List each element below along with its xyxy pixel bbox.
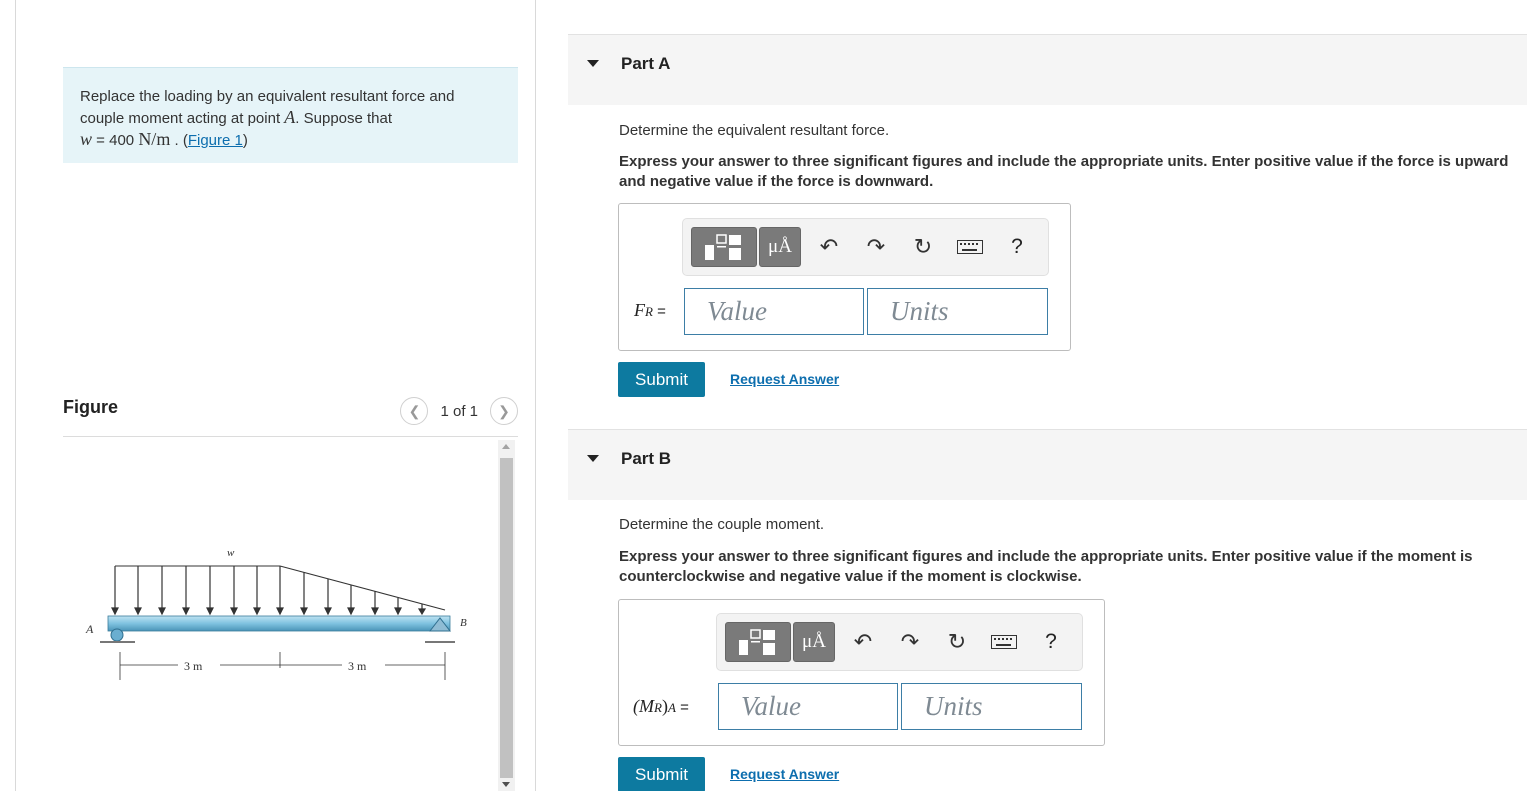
problem-text: Replace the loading by an equivalent res… (80, 88, 455, 127)
reset-button[interactable]: ↻ (902, 227, 944, 267)
redo-button[interactable]: ↷ (889, 622, 931, 662)
pager-count: 1 of 1 (440, 402, 478, 420)
label-sub: R (654, 700, 662, 715)
part-b-toolbar: μÅ ↶ ↷ ↻ ? (716, 613, 1083, 671)
keyboard-button[interactable] (949, 227, 991, 267)
part-b-units-input[interactable]: Units (901, 683, 1082, 730)
beam (107, 615, 451, 632)
label-open: (M (633, 696, 654, 716)
part-b-value-input[interactable]: Value (718, 683, 898, 730)
caret-down-icon (587, 60, 599, 67)
figure-header: Figure ❮ 1 of 1 ❯ (63, 394, 518, 437)
dimension-label-1: 3 m (184, 659, 203, 673)
w-symbol: w (80, 129, 93, 149)
scroll-down-icon[interactable] (502, 782, 510, 787)
part-a-title: Part A (621, 54, 671, 73)
symbols-icon: μÅ (768, 236, 792, 257)
part-b-request-answer-link[interactable]: Request Answer (730, 766, 839, 782)
reset-icon: ↻ (913, 234, 933, 259)
part-b-title: Part B (621, 449, 672, 468)
point-a-label: A (85, 622, 94, 636)
label-main: F (634, 300, 645, 320)
figure-pager: ❮ 1 of 1 ❯ (400, 397, 518, 425)
scroll-up-icon[interactable] (502, 444, 510, 449)
part-a-toolbar: μÅ ↶ ↷ ↻ ? (682, 218, 1049, 276)
redo-icon: ↷ (900, 629, 920, 654)
load-label: w (227, 547, 235, 559)
chevron-left-icon: ❮ (408, 402, 421, 419)
w-value: = 400 (92, 132, 139, 149)
dimension-label-2: 3 m (348, 659, 367, 673)
keyboard-icon (991, 635, 1017, 649)
symbols-button[interactable]: μÅ (759, 227, 801, 267)
part-a-value-input[interactable]: Value (684, 288, 864, 335)
load-arrows (111, 566, 427, 616)
problem-statement: Replace the loading by an equivalent res… (63, 67, 518, 163)
symbols-icon: μÅ (802, 631, 826, 652)
redo-button[interactable]: ↷ (855, 227, 897, 267)
w-unit: N/m (138, 129, 171, 149)
undo-icon: ↶ (853, 629, 873, 654)
part-b-instructions: Express your answer to three significant… (619, 548, 1473, 585)
label-eq: = (652, 303, 666, 320)
part-a-prompt: Determine the equivalent resultant force… (619, 122, 890, 139)
undo-icon: ↶ (819, 234, 839, 259)
part-a-header[interactable]: Part A (568, 34, 1527, 105)
help-icon: ? (1045, 630, 1057, 653)
keyboard-button[interactable] (983, 622, 1025, 662)
help-button[interactable]: ? (996, 227, 1038, 267)
part-a-label: FR = (634, 300, 666, 321)
part-a-units-input[interactable]: Units (867, 288, 1048, 335)
figure-scrollbar[interactable] (498, 440, 515, 791)
part-b-submit-button[interactable]: Submit (618, 757, 705, 791)
point-b-label: B (460, 617, 467, 629)
point-a-symbol: A (284, 107, 296, 127)
figure-link[interactable]: Figure 1 (188, 132, 243, 149)
part-a-answer-box: μÅ ↶ ↷ ↻ ? FR = Value Units (618, 203, 1071, 351)
help-button[interactable]: ? (1030, 622, 1072, 662)
part-a-submit-button[interactable]: Submit (618, 362, 705, 397)
part-b-answer-box: μÅ ↶ ↷ ↻ ? (MR)A = Value Units (618, 599, 1105, 746)
part-b-label: (MR)A = (633, 696, 689, 717)
reset-icon: ↻ (947, 629, 967, 654)
chevron-right-icon: ❯ (498, 402, 510, 419)
caret-down-icon (587, 455, 599, 462)
separator: . (170, 132, 183, 149)
templates-icon (739, 629, 775, 655)
pin-support-a (110, 628, 124, 642)
help-icon: ? (1011, 235, 1023, 258)
scroll-thumb[interactable] (500, 458, 513, 778)
keyboard-icon (957, 240, 983, 254)
problem-text-2: . Suppose that (295, 110, 393, 127)
beam-figure: w A B 3 m 3 m (85, 547, 467, 680)
figure-title: Figure (63, 397, 119, 417)
prev-figure-button[interactable]: ❮ (400, 397, 429, 425)
reset-button[interactable]: ↻ (936, 622, 978, 662)
label-sub2: A (667, 700, 676, 715)
load-slope-line (279, 565, 446, 611)
templates-button[interactable] (725, 622, 791, 662)
label-eq: = (675, 699, 689, 716)
templates-button[interactable] (691, 227, 757, 267)
undo-button[interactable]: ↶ (808, 227, 850, 267)
symbols-button[interactable]: μÅ (793, 622, 835, 662)
dimension-lines (119, 652, 446, 680)
undo-button[interactable]: ↶ (842, 622, 884, 662)
part-a-request-answer-link[interactable]: Request Answer (730, 371, 839, 387)
part-b-prompt: Determine the couple moment. (619, 516, 825, 533)
label-sub: R (645, 304, 653, 319)
templates-icon (705, 234, 741, 260)
next-figure-button[interactable]: ❯ (490, 397, 518, 425)
part-b-header[interactable]: Part B (568, 429, 1527, 500)
redo-icon: ↷ (866, 234, 886, 259)
part-a-instructions: Express your answer to three significant… (619, 153, 1509, 190)
